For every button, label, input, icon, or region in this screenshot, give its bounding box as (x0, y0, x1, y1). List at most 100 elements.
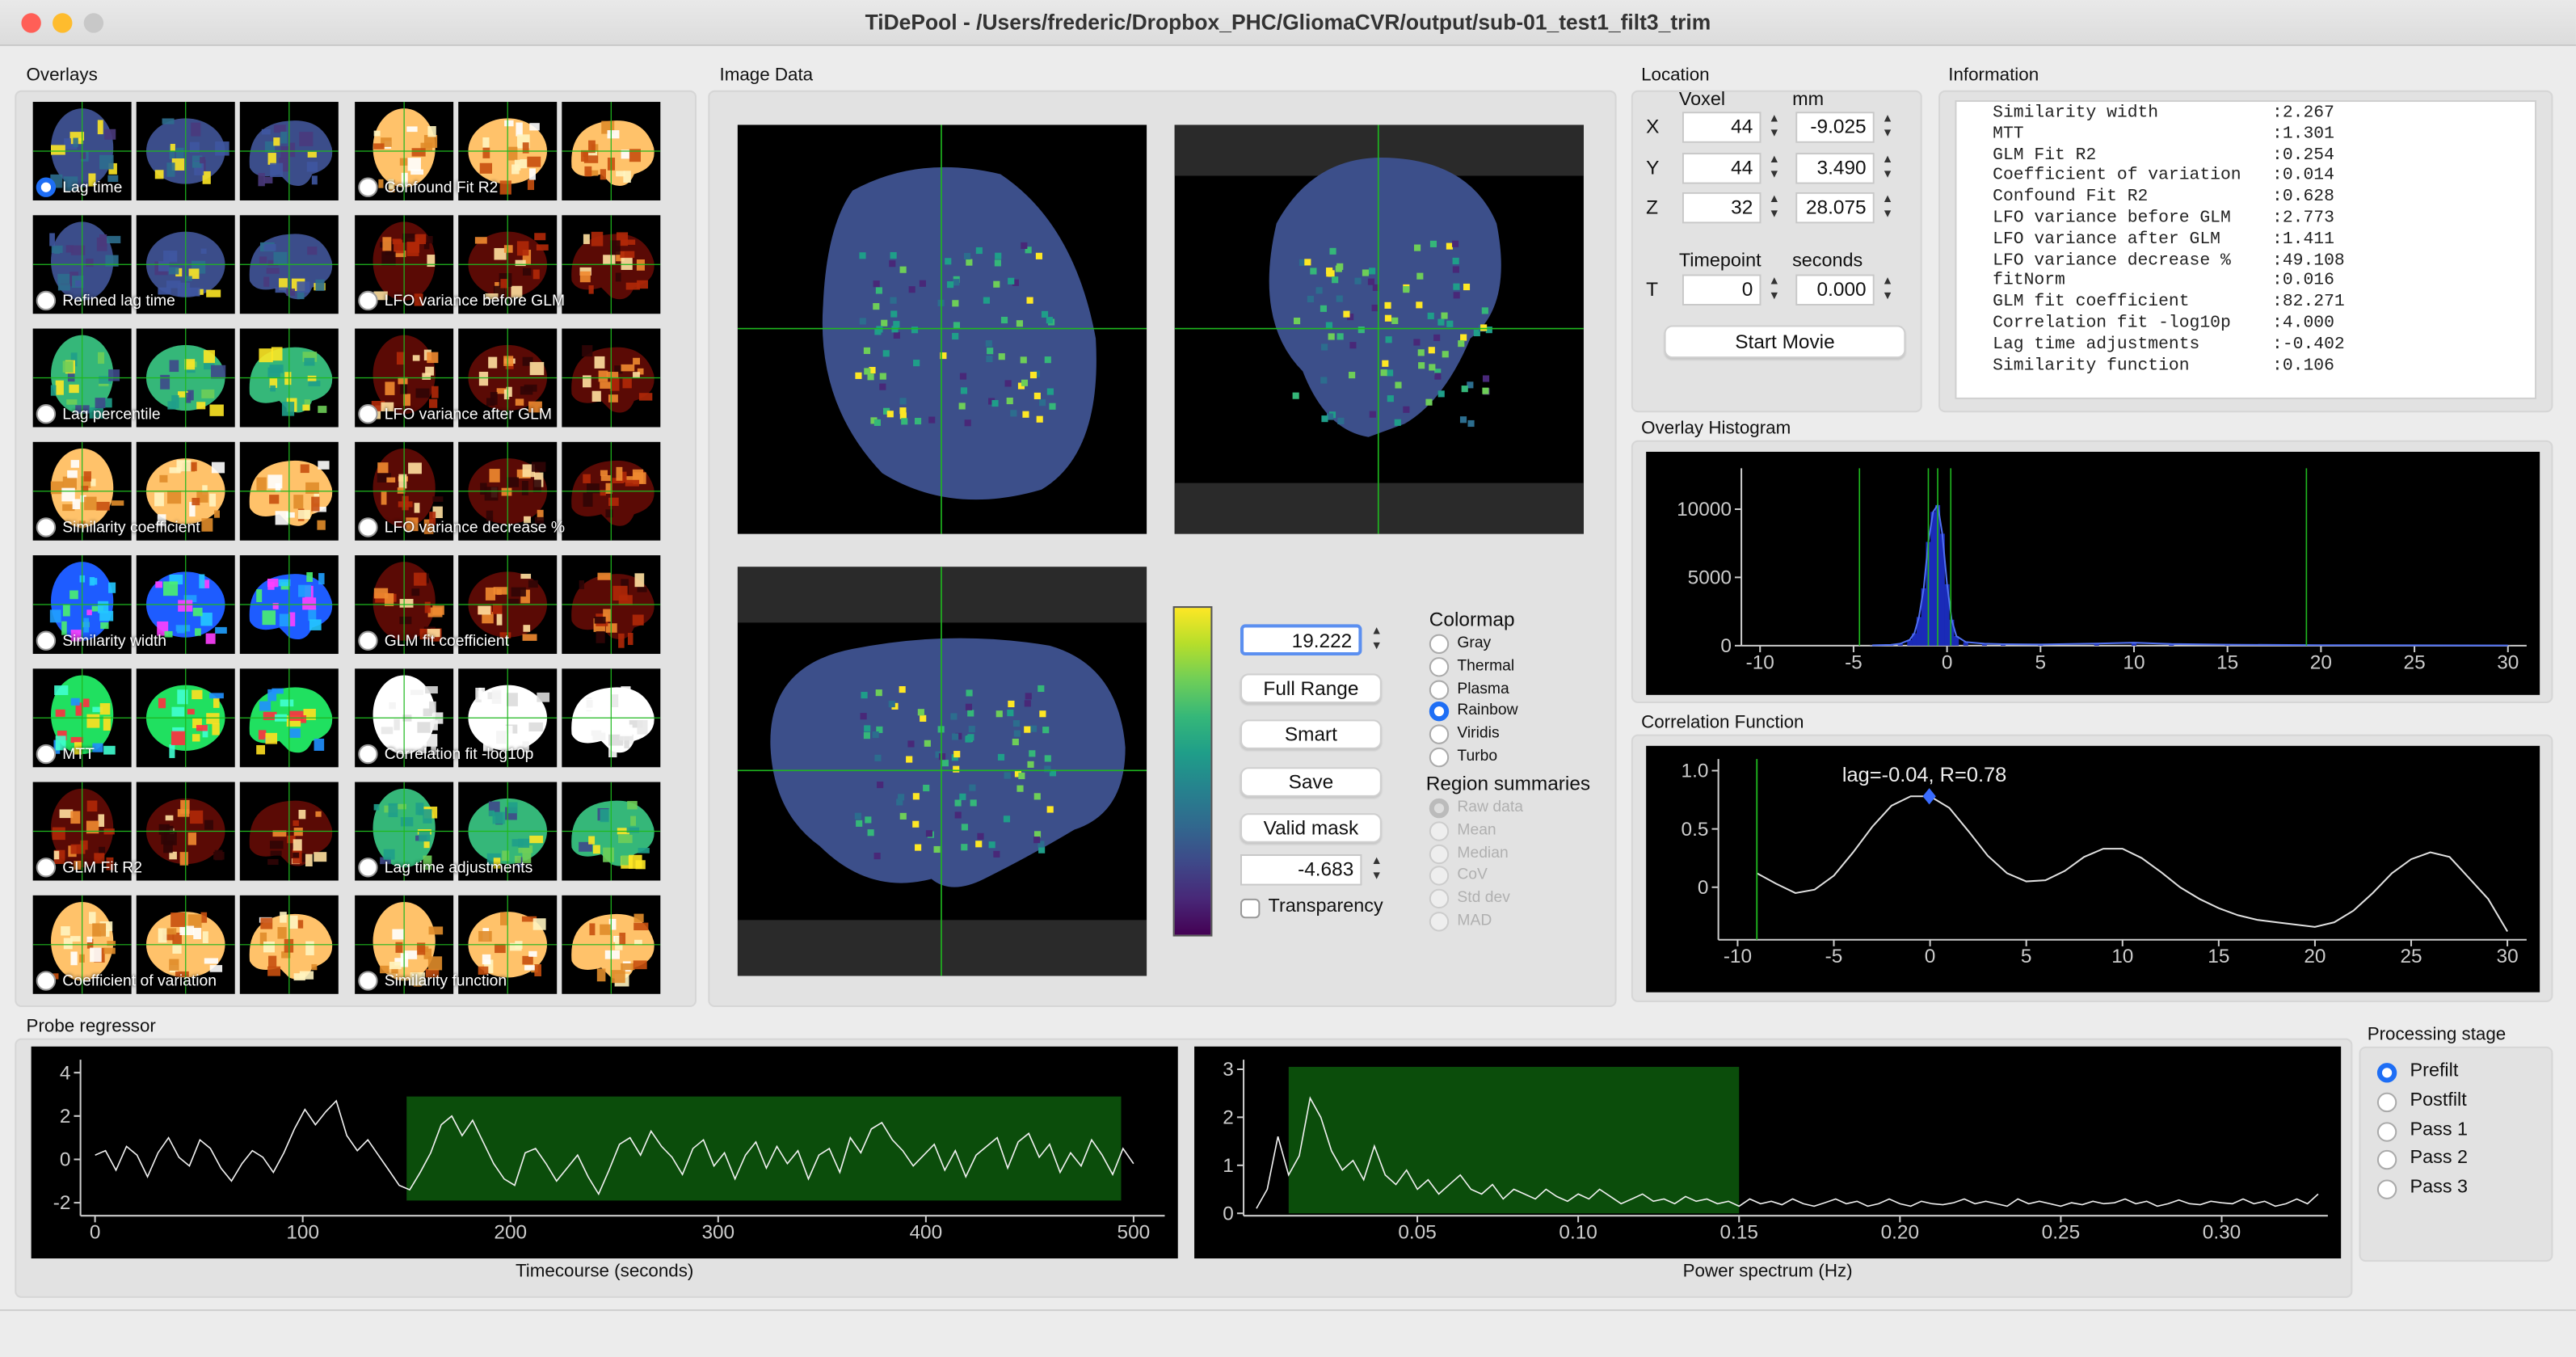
brain-thumbnail-icon (239, 441, 339, 541)
info-line: LFO variance after GLM :1.411 (1993, 230, 2334, 250)
valid-mask-button[interactable]: Valid mask (1240, 813, 1382, 843)
radio-plasma[interactable] (1429, 679, 1450, 700)
seconds-stepper[interactable]: ▲ ▼ (1879, 274, 1896, 306)
radio-median (1429, 843, 1450, 864)
transparency-checkbox[interactable] (1240, 898, 1261, 919)
overlay-radio[interactable] (36, 630, 57, 651)
smart-button[interactable]: Smart (1240, 719, 1382, 749)
sagittal-view[interactable] (737, 567, 1147, 976)
radio-mean (1429, 820, 1450, 841)
correlation-function-plot[interactable]: -10 -5 0 5 10 15 20 25 30 0 0.5 1.0 lag=-0.04, R=0.7… (1646, 745, 2540, 992)
overlay-histogram-label: Overlay Histogram (1641, 419, 1791, 439)
overlay-thumbnail[interactable] (239, 328, 339, 428)
overlay-thumbnail[interactable] (562, 895, 661, 994)
stage-radio-pass-2[interactable] (2376, 1150, 2397, 1171)
histogram-bar (1930, 512, 1936, 646)
stage-radio-pass-3[interactable] (2376, 1179, 2397, 1200)
power-spectrum-plot[interactable]: 0.05 0.10 0.15 0.20 0.25 0.30 0 1 2 3 (1194, 1046, 2342, 1259)
radio-raw-data (1429, 798, 1450, 819)
x-tick-label: -5 (1825, 946, 1843, 967)
overlay-thumbnail[interactable] (562, 555, 661, 655)
overlay-radio[interactable] (36, 517, 57, 537)
voxel-y-input[interactable]: 44 (1682, 152, 1762, 183)
overlay-radio[interactable] (36, 744, 57, 765)
voxel-stepper[interactable]: ▲ ▼ (1766, 112, 1783, 143)
overlay-radio[interactable] (358, 177, 378, 197)
voxel-x-input[interactable]: 44 (1682, 112, 1762, 143)
overlay-thumbnail[interactable] (239, 441, 339, 541)
overlay-thumbnail[interactable] (239, 555, 339, 655)
overlay-radio[interactable] (358, 517, 378, 537)
mm-stepper[interactable]: ▲ ▼ (1879, 192, 1896, 224)
coronal-view[interactable] (1174, 124, 1584, 534)
voxel-z-input[interactable]: 32 (1682, 192, 1762, 224)
overlay-radio[interactable] (36, 290, 57, 311)
y-tick-label: 0 (60, 1149, 71, 1171)
axis-label-y: Y (1646, 155, 1660, 179)
mm-stepper[interactable]: ▲ ▼ (1879, 112, 1896, 143)
information-lines: Similarity width :2.267 MTT :1.301 GLM Fit… (1993, 103, 2535, 377)
overlay-thumbnail[interactable] (136, 668, 235, 768)
stage-radio-prefilt[interactable] (2376, 1063, 2397, 1083)
overlay-thumbnail[interactable] (239, 668, 339, 768)
radio-thermal[interactable] (1429, 656, 1450, 677)
overlay-thumbnail[interactable] (239, 895, 339, 994)
overlay-radio[interactable] (358, 630, 378, 651)
mm-x-input[interactable]: -9.025 (1795, 112, 1875, 143)
overlay-thumbnail[interactable] (562, 441, 661, 541)
probe-regressor-label: Probe regressor (26, 1017, 156, 1037)
x-tick-label: 15 (2208, 946, 2229, 967)
overlay-thumbnail[interactable] (239, 782, 339, 881)
voxel-stepper[interactable]: ▲ ▼ (1766, 192, 1783, 224)
timecourse-plot[interactable]: 0 100 200 300 400 500 -2 0 2 4 (31, 1046, 1178, 1259)
overlay-radio[interactable] (358, 744, 378, 765)
overlay-thumbnail[interactable] (239, 215, 339, 314)
overlay-thumbnail[interactable] (239, 102, 339, 200)
x-tick-label: 30 (2497, 946, 2519, 967)
axial-view[interactable] (737, 124, 1147, 534)
radio-rainbow[interactable] (1429, 702, 1450, 723)
overlay-radio[interactable] (36, 971, 57, 991)
max-value-input[interactable]: 19.222 (1240, 624, 1362, 656)
overlay-histogram-plot[interactable]: -10 -5 0 5 10 15 20 25 30 0 5000 10000 (1646, 451, 2540, 695)
overlay-radio[interactable] (358, 858, 378, 878)
radio-gray[interactable] (1429, 634, 1450, 655)
radio-viridis[interactable] (1429, 724, 1450, 745)
overlay-radio[interactable] (358, 971, 378, 991)
overlay-thumbnail[interactable] (562, 782, 661, 881)
overlay-label: Similarity coefficient (62, 519, 200, 537)
brain-thumbnail-icon (562, 782, 661, 881)
overlay-radio[interactable] (36, 404, 57, 424)
mm-stepper[interactable]: ▲ ▼ (1879, 152, 1896, 183)
max-value-stepper[interactable]: ▲ ▼ (1369, 624, 1385, 655)
overlay-thumbnail[interactable] (136, 102, 235, 200)
timepoint-stepper[interactable]: ▲ ▼ (1766, 274, 1783, 306)
analysis-window (1288, 1067, 1740, 1214)
overlay-thumbnail[interactable] (136, 782, 235, 881)
full-range-button[interactable]: Full Range (1240, 673, 1382, 703)
timepoint-input[interactable]: 0 (1682, 274, 1762, 306)
overlay-thumbnail[interactable] (562, 215, 661, 314)
stage-radio-pass-1[interactable] (2376, 1121, 2397, 1141)
y-tick-label: 1 (1223, 1155, 1234, 1177)
overlay-thumbnail[interactable] (562, 328, 661, 428)
mm-y-input[interactable]: 3.490 (1795, 152, 1875, 183)
min-value-stepper[interactable]: ▲ ▼ (1369, 854, 1385, 886)
overlay-thumbnail[interactable] (562, 102, 661, 200)
overlay-label: Coefficient of variation (62, 972, 217, 991)
overlay-radio[interactable] (36, 177, 57, 197)
min-value-input[interactable]: -4.683 (1240, 854, 1362, 886)
voxel-stepper[interactable]: ▲ ▼ (1766, 152, 1783, 183)
radio-turbo[interactable] (1429, 747, 1450, 768)
save-button[interactable]: Save (1240, 767, 1382, 797)
seconds-input[interactable]: 0.000 (1795, 274, 1875, 306)
start-movie-button[interactable]: Start Movie (1664, 325, 1906, 359)
timecourse-svg: 0 100 200 300 400 500 -2 0 2 4 (53, 1060, 1165, 1244)
overlay-radio[interactable] (36, 858, 57, 878)
information-text[interactable]: Similarity width :2.267 MTT :1.301 GLM Fit… (1955, 99, 2537, 399)
mm-z-input[interactable]: 28.075 (1795, 192, 1875, 224)
overlay-radio[interactable] (358, 290, 378, 311)
overlay-thumbnail[interactable] (562, 668, 661, 768)
stage-radio-postfilt[interactable] (2376, 1092, 2397, 1112)
overlay-radio[interactable] (358, 404, 378, 424)
